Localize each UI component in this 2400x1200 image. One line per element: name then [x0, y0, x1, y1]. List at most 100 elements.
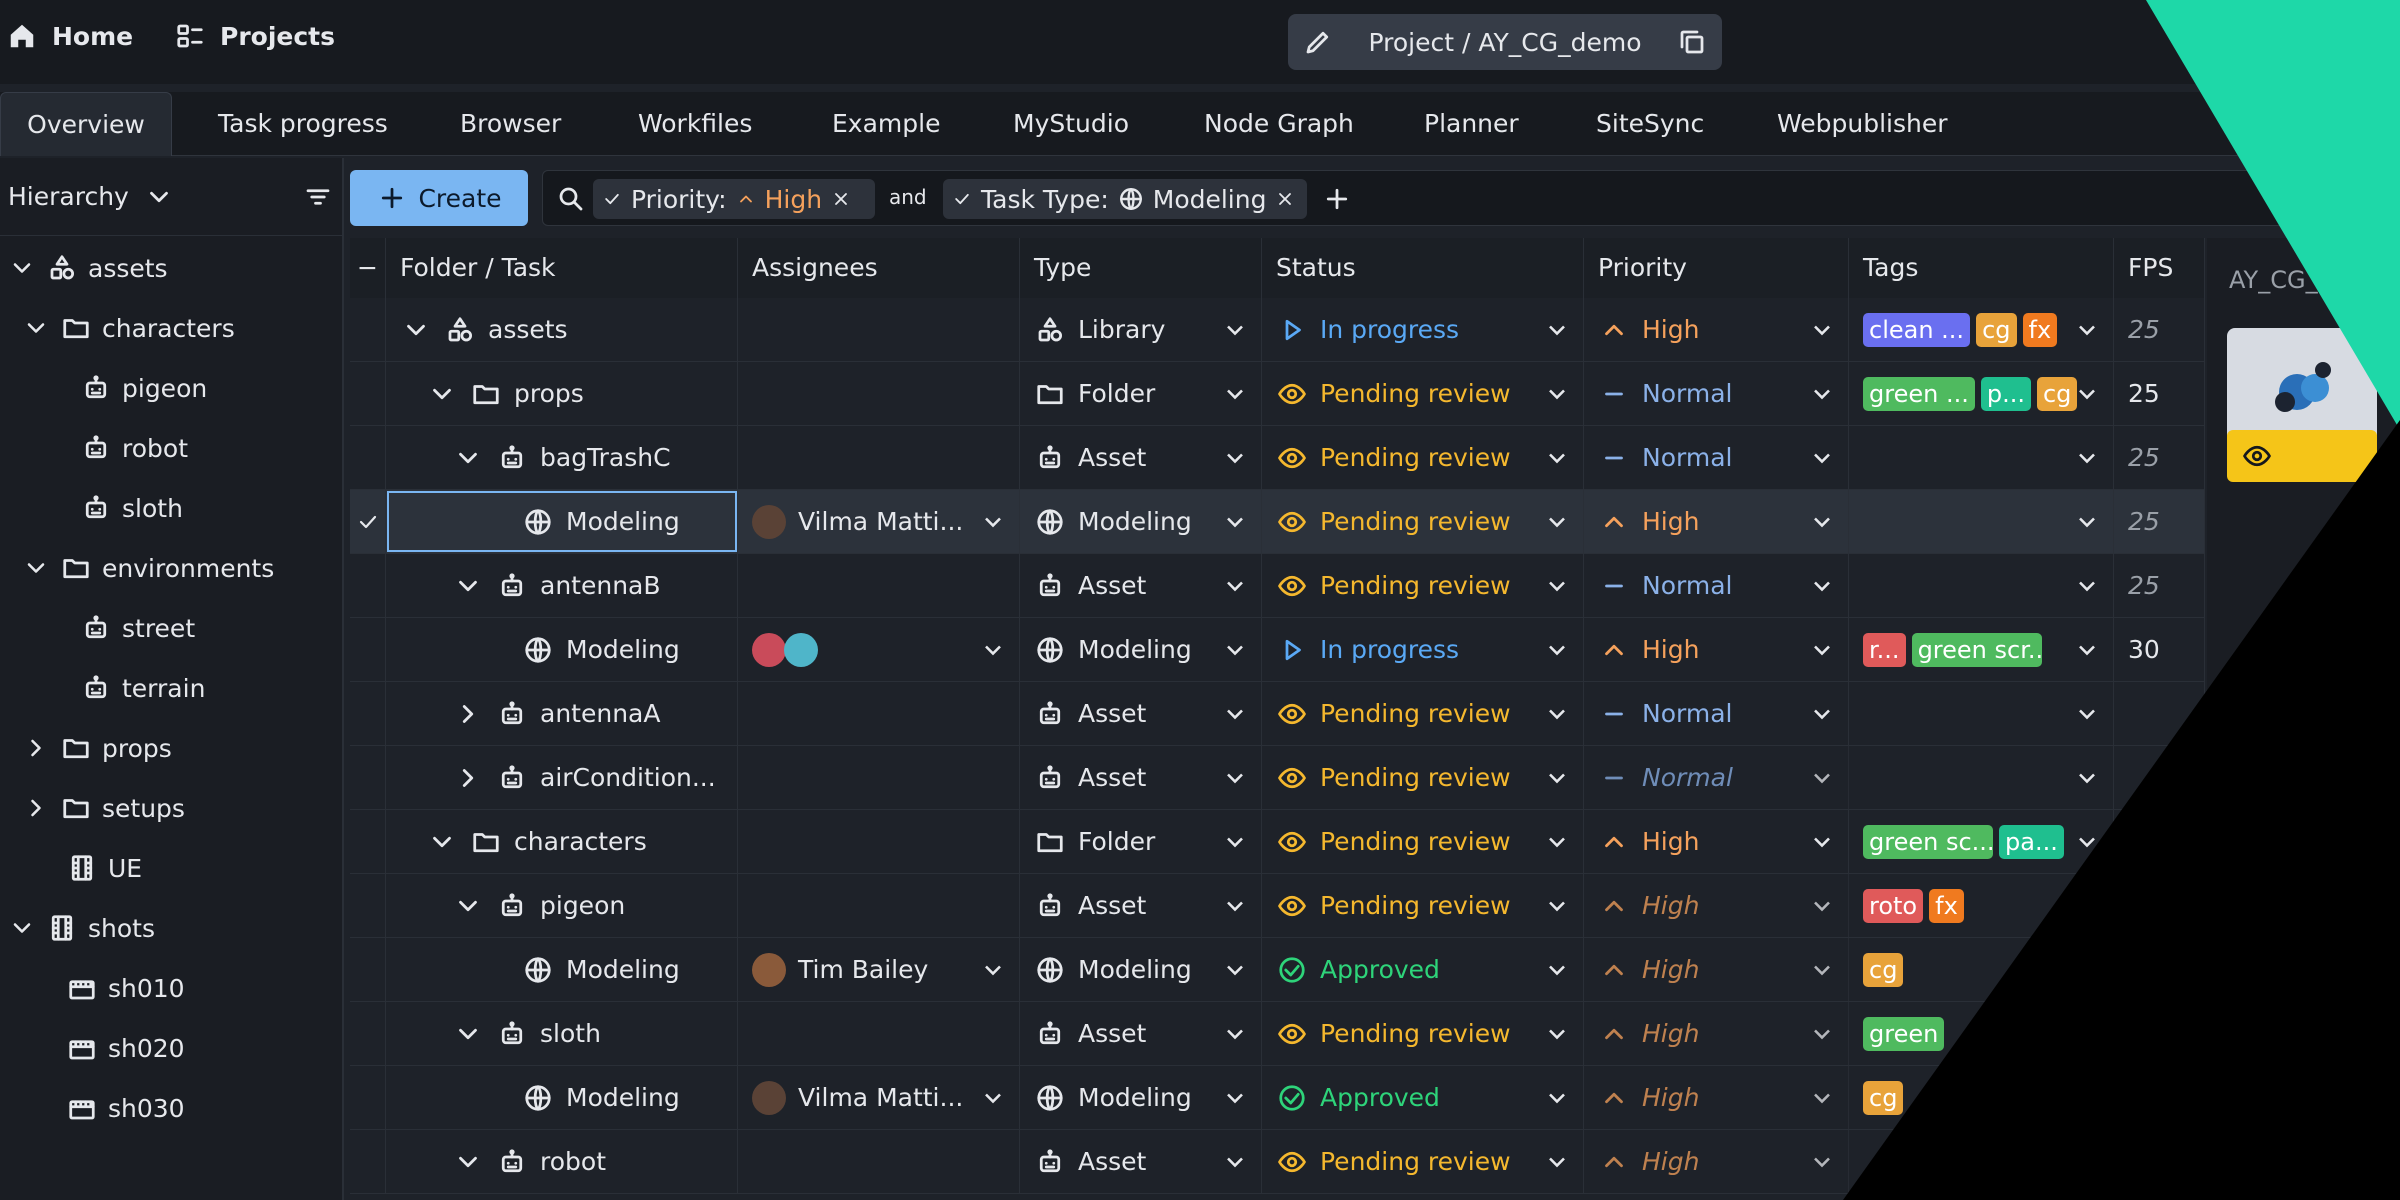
hierarchy-select[interactable]: Hierarchy [8, 182, 129, 211]
type-cell[interactable]: Folder [1020, 810, 1262, 873]
tags-cell[interactable] [1849, 426, 2114, 489]
priority-cell[interactable]: High [1584, 298, 1849, 361]
assignees-cell[interactable] [738, 426, 1020, 489]
chevron-down-icon[interactable] [1543, 636, 1571, 664]
type-cell[interactable]: Folder [1020, 362, 1262, 425]
chevron-down-icon[interactable] [1808, 892, 1836, 920]
status-cell[interactable]: Pending review [1262, 874, 1584, 937]
row-select[interactable] [350, 426, 386, 489]
chevron-down-icon[interactable] [1221, 636, 1249, 664]
assignees-cell[interactable] [738, 298, 1020, 361]
fps-cell[interactable] [2114, 810, 2205, 873]
create-button[interactable]: Create [350, 170, 528, 226]
assignees-cell[interactable]: Vilma Matti... [738, 1066, 1020, 1129]
col-assignees[interactable]: Assignees [738, 238, 1020, 298]
fps-cell[interactable] [2114, 1002, 2205, 1065]
folder-task-cell[interactable]: airCondition... [386, 746, 738, 809]
chevron-down-icon[interactable] [452, 1018, 484, 1050]
status-cell[interactable]: In progress [1262, 298, 1584, 361]
status-cell[interactable]: Pending review [1262, 362, 1584, 425]
status-cell[interactable]: Pending review [1262, 1002, 1584, 1065]
assignees-cell[interactable] [738, 618, 1020, 681]
folder-task-cell[interactable]: pigeon [386, 874, 738, 937]
tags-cell[interactable]: cg [1849, 938, 2114, 1001]
tags-cell[interactable]: green sc... pa... [1849, 810, 2114, 873]
pencil-icon[interactable] [1302, 26, 1334, 58]
row-select[interactable] [350, 1130, 386, 1193]
assignees-cell[interactable] [738, 874, 1020, 937]
status-cell[interactable]: In progress [1262, 618, 1584, 681]
folder-task-cell[interactable]: robot [386, 1130, 738, 1193]
close-icon[interactable] [830, 183, 852, 215]
fps-cell[interactable] [2114, 938, 2205, 1001]
table-row[interactable]: sloth Asset Pending review High green [350, 1002, 2205, 1066]
chevron-down-icon[interactable] [1808, 1020, 1836, 1048]
priority-cell[interactable]: High [1584, 874, 1849, 937]
col-fps[interactable]: FPS [2114, 238, 2205, 298]
priority-cell[interactable]: Normal [1584, 554, 1849, 617]
table-row[interactable]: antennaB Asset Pending review Normal 25 [350, 554, 2205, 618]
tree-item[interactable]: sh010 [66, 958, 185, 1018]
tree-item[interactable]: characters [22, 298, 235, 358]
folder-task-cell[interactable]: assets [386, 298, 738, 361]
chevron-down-icon[interactable] [400, 314, 432, 346]
row-select[interactable] [350, 554, 386, 617]
tags-cell[interactable]: clean ... cg fx [1849, 298, 2114, 361]
assignees-cell[interactable] [738, 362, 1020, 425]
table-row[interactable]: Modeling Vilma Matti... Modeling Approved Hi… [350, 1066, 2205, 1130]
folder-task-cell[interactable]: bagTrashC [386, 426, 738, 489]
table-row[interactable]: characters Folder Pending review High green … [350, 810, 2205, 874]
tab-sitesync[interactable]: SiteSync [1596, 92, 1704, 156]
priority-cell[interactable]: Normal [1584, 682, 1849, 745]
tab-example[interactable]: Example [832, 92, 940, 156]
col-tags[interactable]: Tags [1849, 238, 2114, 298]
row-select[interactable] [350, 682, 386, 745]
chevron-down-icon[interactable] [2073, 956, 2101, 984]
tab-overview[interactable]: Overview [0, 92, 172, 156]
chevron-down-icon[interactable] [1221, 764, 1249, 792]
status-cell[interactable]: Approved [1262, 938, 1584, 1001]
type-cell[interactable]: Asset [1020, 1130, 1262, 1193]
status-cell[interactable]: Pending review [1262, 554, 1584, 617]
chevron-down-icon[interactable] [452, 442, 484, 474]
status-cell[interactable]: Approved [1262, 1066, 1584, 1129]
home-link[interactable]: Home [6, 20, 133, 52]
priority-cell[interactable]: High [1584, 1002, 1849, 1065]
table-row[interactable]: bagTrashC Asset Pending review Normal 25 [350, 426, 2205, 490]
chevron-down-icon[interactable] [22, 554, 50, 582]
chevron-down-icon[interactable] [452, 1146, 484, 1178]
chevron-down-icon[interactable] [979, 508, 1007, 536]
type-cell[interactable]: Modeling [1020, 618, 1262, 681]
tree-item[interactable]: sh030 [66, 1078, 185, 1138]
fps-cell[interactable]: 25 [2114, 490, 2205, 553]
copy-icon[interactable] [1676, 26, 1708, 58]
tags-cell[interactable]: cg [1849, 1066, 2114, 1129]
status-cell[interactable]: Pending review [1262, 490, 1584, 553]
tree-item[interactable]: setups [22, 778, 185, 838]
priority-cell[interactable]: High [1584, 938, 1849, 1001]
table-row[interactable]: Modeling Tim Bailey Modeling Approved High cg [350, 938, 2205, 1002]
chevron-down-icon[interactable] [1808, 700, 1836, 728]
tree-item[interactable]: pigeon [80, 358, 207, 418]
filter-chip-task-type[interactable]: Task Type: Modeling [943, 179, 1307, 219]
chevron-down-icon[interactable] [1543, 572, 1571, 600]
chevron-down-icon[interactable] [2073, 444, 2101, 472]
chevron-down-icon[interactable] [1808, 1084, 1836, 1112]
tags-cell[interactable] [1849, 490, 2114, 553]
folder-task-cell[interactable]: Modeling [386, 938, 738, 1001]
col-status[interactable]: Status [1262, 238, 1584, 298]
chevron-down-icon[interactable] [979, 1084, 1007, 1112]
priority-cell[interactable]: High [1584, 1066, 1849, 1129]
col-type[interactable]: Type [1020, 238, 1262, 298]
status-cell[interactable]: Pending review [1262, 746, 1584, 809]
fps-cell[interactable] [2114, 874, 2205, 937]
chevron-down-icon[interactable] [1543, 828, 1571, 856]
assignees-cell[interactable] [738, 682, 1020, 745]
type-cell[interactable]: Asset [1020, 554, 1262, 617]
chevron-down-icon[interactable] [1221, 380, 1249, 408]
tree-item[interactable]: props [22, 718, 172, 778]
chevron-down-icon[interactable] [1543, 892, 1571, 920]
chevron-down-icon[interactable] [1543, 1084, 1571, 1112]
table-row[interactable]: airCondition... Asset Pending review Normal [350, 746, 2205, 810]
chevron-down-icon[interactable] [1808, 316, 1836, 344]
